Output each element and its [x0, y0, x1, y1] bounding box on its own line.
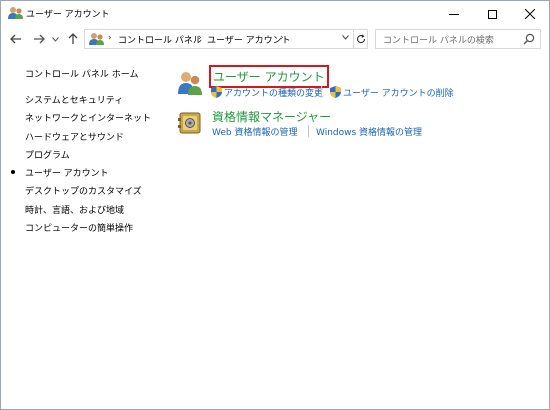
back-button[interactable] [8, 30, 24, 48]
sidebar-item-clock-language-region[interactable]: 時計、言語、および地域 [25, 203, 124, 216]
breadcrumb-separator[interactable]: › [198, 33, 202, 43]
credential-manager-icon[interactable] [176, 108, 204, 136]
recent-locations-button[interactable] [50, 30, 60, 48]
refresh-button[interactable] [353, 30, 368, 48]
maximize-icon [487, 9, 497, 19]
sidebar-item-hardware-sound[interactable]: ハードウェアとサウンド [25, 130, 124, 143]
arrow-right-icon [34, 34, 45, 44]
breadcrumb-separator[interactable]: › [108, 33, 112, 43]
credential-manager-title[interactable]: 資格情報マネージャー [212, 108, 331, 125]
sidebar-item-programs[interactable]: プログラム [25, 148, 70, 161]
arrow-up-icon [68, 33, 78, 44]
forward-button[interactable] [31, 30, 47, 48]
remove-user-account-link[interactable]: ユーザー アカウントの削除 [343, 86, 454, 99]
link-divider [321, 86, 322, 98]
manage-windows-credentials-link[interactable]: Windows 資格情報の管理 [316, 125, 422, 138]
arrow-left-icon [10, 34, 21, 44]
sidebar-item-ease-of-access[interactable]: コンピューターの簡単操作 [25, 221, 133, 234]
minimize-button[interactable] [435, 1, 473, 27]
sidebar-item-user-accounts[interactable]: ユーザー アカウント [25, 166, 109, 179]
maximize-button[interactable] [473, 1, 511, 27]
user-accounts-title[interactable]: ユーザー アカウント [209, 65, 329, 88]
chevron-down-icon [342, 35, 349, 40]
refresh-icon [356, 34, 366, 44]
selected-bullet-icon [11, 170, 15, 174]
chevron-down-icon [51, 36, 59, 42]
search-placeholder[interactable]: コントロール パネルの検索 [383, 33, 494, 46]
sidebar-item-system-security[interactable]: システムとセキュリティ [25, 93, 123, 106]
uac-shield-icon [211, 86, 222, 98]
control-panel-icon [89, 33, 104, 45]
close-icon [525, 9, 535, 19]
change-account-type-link[interactable]: アカウントの種類の変更 [224, 86, 323, 99]
title-bar: ユーザー アカウント [1, 1, 549, 27]
user-accounts-icon[interactable] [176, 69, 204, 97]
sidebar-item-appearance[interactable]: デスクトップのカスタマイズ [25, 184, 142, 197]
breadcrumb-control-panel[interactable]: コントロール パネル [118, 33, 202, 46]
search-icon[interactable] [523, 33, 535, 45]
address-history-button[interactable] [342, 33, 349, 43]
window-title: ユーザー アカウント [26, 10, 110, 20]
uac-shield-icon [330, 86, 341, 98]
navigation-bar: › コントロール パネル › ユーザー アカウント › コントロール パネルの検… [1, 27, 549, 51]
search-box[interactable]: コントロール パネルの検索 [375, 29, 541, 49]
address-bar[interactable]: › コントロール パネル › ユーザー アカウント › [84, 29, 368, 49]
manage-web-credentials-link[interactable]: Web 資格情報の管理 [212, 125, 297, 138]
sidebar: コントロール パネル ホーム システムとセキュリティ ネットワークとインターネッ… [1, 53, 161, 393]
control-panel-window: ユーザー アカウント › コントロール パネル › ユーザー アカウント › コ… [0, 0, 550, 410]
link-divider [308, 125, 309, 137]
up-button[interactable] [65, 30, 81, 48]
breadcrumb-separator[interactable]: › [280, 33, 284, 43]
minimize-icon [449, 13, 459, 15]
sidebar-item-network-internet[interactable]: ネットワークとインターネット [25, 111, 151, 124]
close-button[interactable] [511, 1, 549, 27]
sidebar-item-control-panel-home[interactable]: コントロール パネル ホーム [25, 67, 138, 80]
breadcrumb-user-accounts[interactable]: ユーザー アカウント [207, 33, 291, 46]
users-icon [8, 7, 23, 19]
